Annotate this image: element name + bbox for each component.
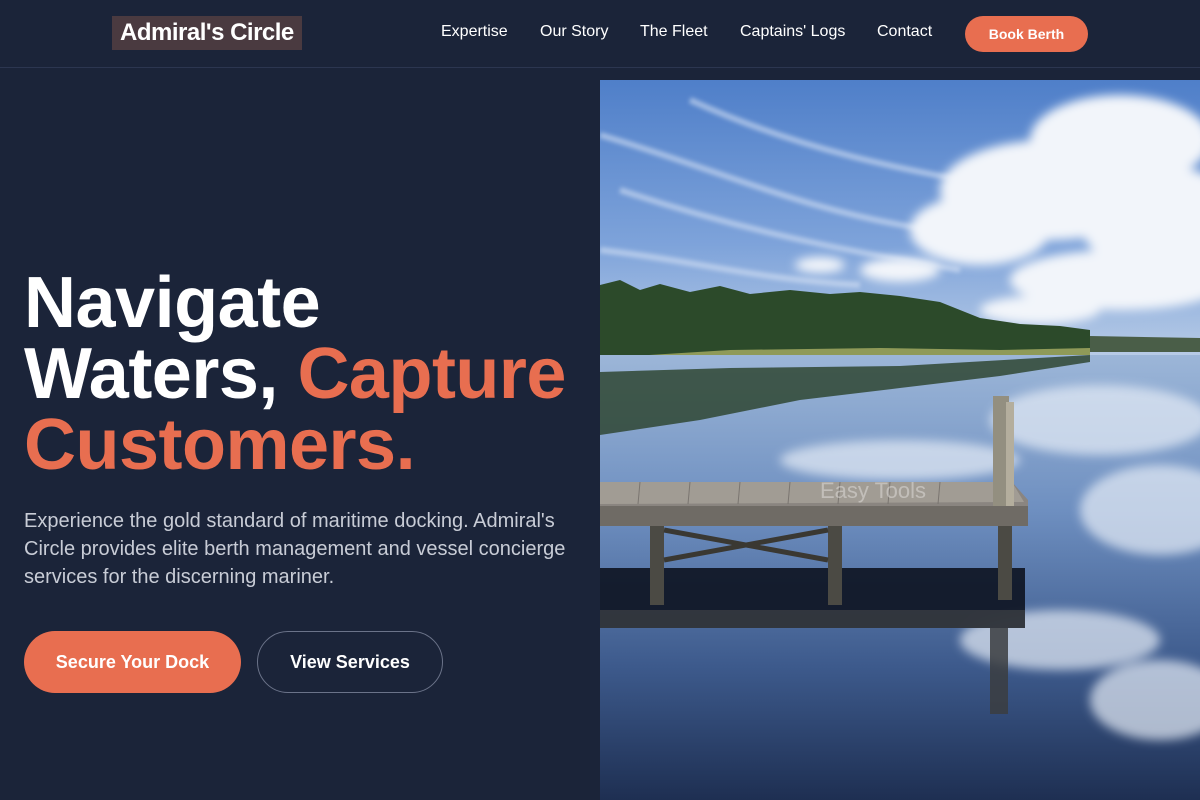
secure-your-dock-button[interactable]: Secure Your Dock <box>24 631 241 693</box>
hero-title-line2: Waters, <box>24 334 278 414</box>
brand-logo[interactable]: Admiral's Circle <box>112 16 302 50</box>
hero-dock-photo: Easy Tools <box>600 80 1200 800</box>
hero-title-line3: Customers. <box>24 405 416 485</box>
hero-description: Experience the gold standard of maritime… <box>24 510 566 588</box>
top-navbar: Admiral's Circle Expertise Our Story The… <box>0 0 1200 68</box>
nav-link-expertise[interactable]: Expertise <box>441 22 508 42</box>
book-berth-button[interactable]: Book Berth <box>965 16 1088 52</box>
nav-link-our-story[interactable]: Our Story <box>540 22 608 42</box>
hero-title-line1: Navigate <box>24 263 321 343</box>
hero-title-accent-word: Capture <box>297 334 566 414</box>
hero-title: Navigate Waters, Capture Customers. <box>24 267 594 481</box>
nav-link-captains-logs[interactable]: Captains' Logs <box>740 22 845 42</box>
nav-link-contact[interactable]: Contact <box>877 22 932 42</box>
view-services-button[interactable]: View Services <box>257 631 443 693</box>
nav-link-the-fleet[interactable]: The Fleet <box>640 22 708 42</box>
image-watermark: Easy Tools <box>820 478 926 503</box>
